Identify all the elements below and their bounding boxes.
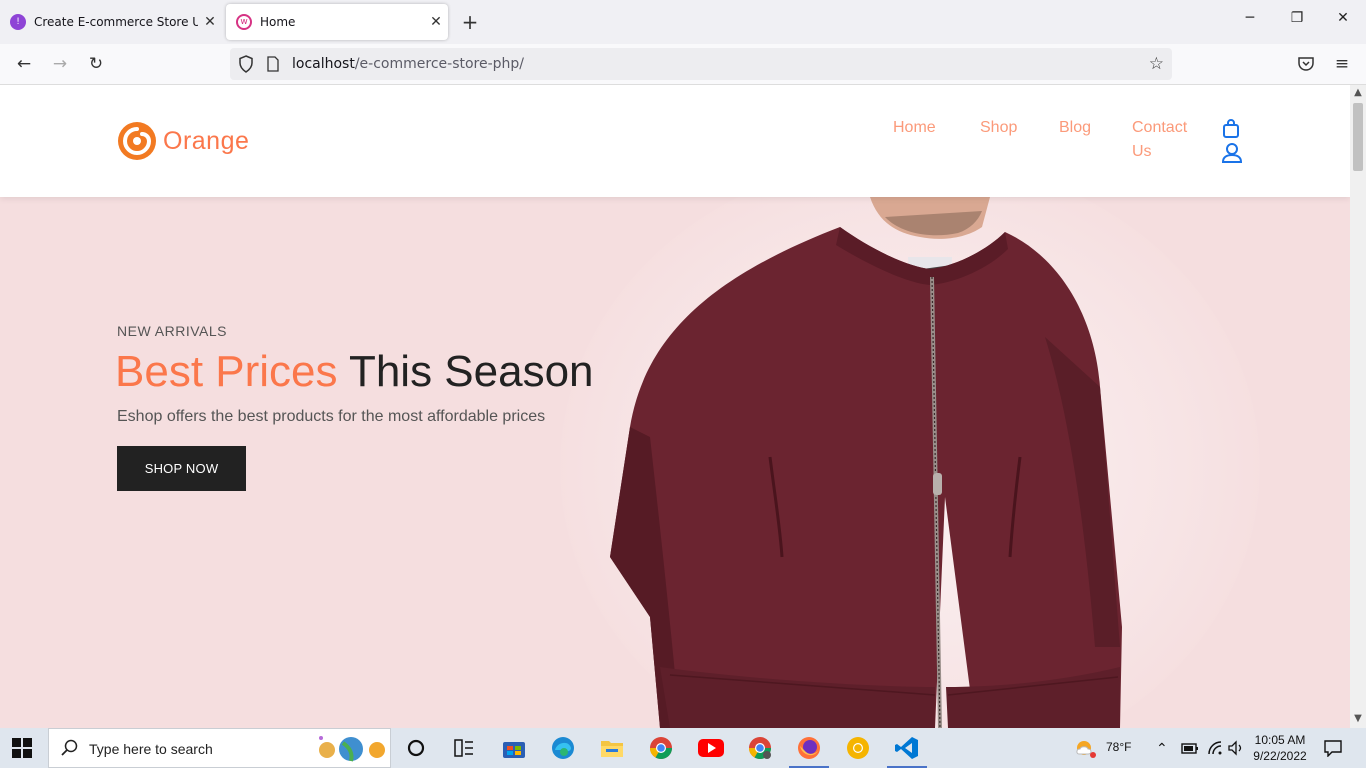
bookmark-star-icon[interactable]: ☆: [1149, 54, 1164, 74]
nav-contact-line2: Us: [1132, 143, 1152, 160]
nav-home[interactable]: Home: [893, 119, 936, 137]
tab-close-icon[interactable]: ✕: [424, 14, 448, 30]
notification-icon[interactable]: [1324, 739, 1342, 757]
reload-icon[interactable]: ↻: [84, 52, 108, 76]
file-explorer-icon[interactable]: [598, 734, 626, 762]
scrollbar-thumb[interactable]: [1353, 103, 1363, 171]
search-placeholder: Type here to search: [89, 741, 213, 757]
brand-name: Orange: [163, 126, 250, 155]
microsoft-store-icon[interactable]: [500, 734, 528, 762]
back-arrow-icon[interactable]: ←: [12, 52, 36, 76]
shopping-bag-icon[interactable]: [1221, 119, 1241, 139]
chrome-profile-icon[interactable]: [746, 734, 774, 762]
hero-headline: Best Prices This Season: [115, 347, 594, 397]
volume-icon[interactable]: [1228, 740, 1244, 756]
site-logo[interactable]: Orange: [117, 121, 249, 161]
weather-temp: 78°F: [1106, 740, 1132, 754]
scroll-down-icon[interactable]: ▼: [1350, 713, 1366, 724]
forward-arrow-icon[interactable]: →: [48, 52, 72, 76]
hero-model-jacket-image: [610, 197, 1122, 728]
minimize-icon[interactable]: ─: [1238, 10, 1262, 26]
browser-nav-bar: ← → ↻ localhost/e-commerce-store-php/ ☆ …: [0, 44, 1366, 85]
close-window-icon[interactable]: ✕: [1331, 10, 1355, 26]
youtube-icon[interactable]: [697, 734, 725, 762]
browser-tab-strip: ! Create E-commerce Store Using ✕ w Home…: [0, 0, 1366, 44]
taskbar-clock[interactable]: 10:05 AM 9/22/2022: [1252, 732, 1308, 764]
new-tab-button[interactable]: +: [458, 10, 482, 34]
tab-favicon-icon: w: [236, 14, 252, 30]
edge-browser-icon[interactable]: [549, 734, 577, 762]
taskbar-search-box[interactable]: Type here to search: [48, 728, 391, 768]
weather-sun-icon: [1076, 741, 1096, 758]
tab-close-icon[interactable]: ✕: [198, 14, 222, 30]
hero-subtitle: Eshop offers the best products for the m…: [117, 408, 546, 425]
show-hidden-icons-chevron-icon[interactable]: ⌃: [1156, 740, 1168, 768]
url-host: localhost: [292, 56, 355, 72]
hero-banner: NEW ARRIVALS Best Prices This Season Esh…: [0, 197, 1350, 728]
site-header: Orange Home Shop Blog Contact Us: [0, 85, 1350, 197]
tab-title: Create E-commerce Store Using: [34, 15, 198, 29]
clock-date: 9/22/2022: [1253, 749, 1307, 763]
tab-favicon-icon: !: [10, 14, 26, 30]
browser-tab-home[interactable]: w Home ✕: [226, 4, 448, 40]
nav-blog[interactable]: Blog: [1059, 119, 1091, 137]
battery-icon[interactable]: [1181, 741, 1199, 755]
shop-now-button[interactable]: SHOP NOW: [117, 446, 246, 491]
shield-icon[interactable]: [238, 55, 254, 73]
nav-contact-line1: Contact: [1132, 119, 1188, 136]
url-path: /e-commerce-store-php/: [354, 56, 525, 72]
task-view-icon[interactable]: [454, 739, 474, 757]
hero-headline-rest: This Season: [337, 347, 594, 396]
vscode-icon[interactable]: [887, 734, 927, 768]
nav-shop[interactable]: Shop: [980, 119, 1017, 137]
hero-kicker: NEW ARRIVALS: [117, 323, 227, 339]
search-icon: [61, 739, 78, 756]
cortana-circle-icon[interactable]: [407, 739, 425, 757]
windows-taskbar: Type here to search 78°F ⌃ 10:05 AM 9/22…: [0, 728, 1366, 768]
orange-swirl-logo-icon: [118, 122, 156, 160]
chrome-icon[interactable]: [647, 734, 675, 762]
page-icon: [267, 56, 279, 72]
nav-contact[interactable]: Contact Us: [1132, 116, 1187, 164]
user-icon[interactable]: [1221, 142, 1243, 164]
hero-headline-accent: Best Prices: [115, 347, 338, 396]
firefox-icon[interactable]: [789, 734, 829, 768]
clock-time: 10:05 AM: [1254, 733, 1306, 747]
wifi-icon[interactable]: [1207, 740, 1223, 756]
chrome-canary-icon[interactable]: [844, 734, 872, 762]
tab-title: Home: [260, 15, 296, 29]
windows-start-icon[interactable]: [12, 738, 32, 758]
scroll-up-icon[interactable]: ▲: [1350, 87, 1366, 98]
page-viewport: Orange Home Shop Blog Contact Us NEW ARR…: [0, 85, 1350, 728]
browser-tab-tutorial[interactable]: ! Create E-commerce Store Using ✕: [0, 4, 222, 40]
restore-icon[interactable]: ❐: [1285, 10, 1309, 26]
url-text[interactable]: localhost/e-commerce-store-php/: [292, 56, 524, 72]
menu-hamburger-icon[interactable]: ≡: [1330, 52, 1354, 76]
search-highlight-icon: [319, 736, 385, 762]
pocket-icon[interactable]: [1297, 56, 1315, 72]
page-scrollbar[interactable]: ▲ ▼: [1350, 85, 1366, 728]
address-bar[interactable]: localhost/e-commerce-store-php/ ☆: [230, 48, 1172, 80]
